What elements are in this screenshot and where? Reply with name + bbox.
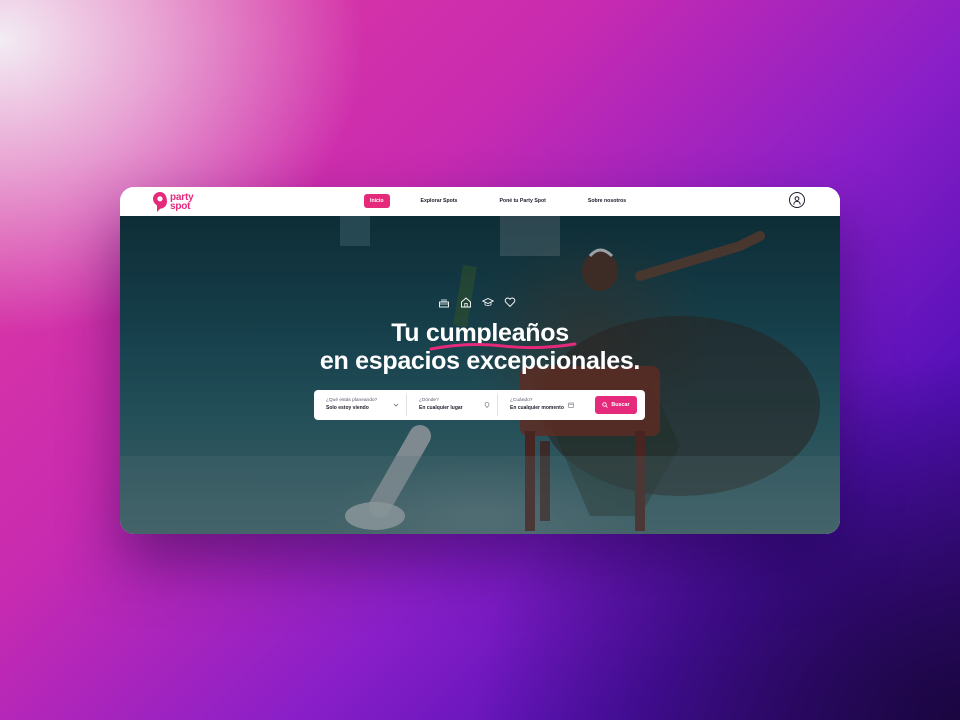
nav-item-sobre-nosotros[interactable]: Sobre nosotros	[582, 194, 632, 208]
nav-item-inicio[interactable]: Inicio	[364, 194, 390, 208]
nav-item-pone-tu-party-spot[interactable]: Poné tu Party Spot	[493, 194, 551, 208]
location-pin-logo-icon	[153, 191, 167, 212]
user-icon	[793, 195, 801, 205]
brand-name: party spot	[170, 192, 194, 212]
search-icon	[602, 402, 609, 408]
browser-window: party spot Inicio Explorar Spots Poné tu…	[120, 187, 840, 534]
main-nav: Inicio Explorar Spots Poné tu Party Spot…	[364, 194, 632, 208]
search-button-label: Buscar	[611, 402, 630, 408]
location-field[interactable]: ¿Dónde? En cualquier lugar	[406, 394, 497, 416]
nav-item-explorar-spots[interactable]: Explorar Spots	[415, 194, 464, 208]
date-field[interactable]: ¿Cuándo? En cualquier momento	[497, 394, 581, 416]
graduation-cap-icon[interactable]	[482, 296, 494, 308]
brand-name-line2: spot	[170, 200, 191, 212]
home-icon[interactable]	[460, 296, 472, 308]
cake-icon[interactable]	[438, 296, 450, 308]
top-navbar: party spot Inicio Explorar Spots Poné tu…	[120, 187, 840, 216]
heart-icon[interactable]	[504, 296, 516, 308]
search-bar: ¿Qué estás planeando? Solo estoy viendo …	[314, 390, 645, 420]
hero-headline: Tu cumpleaños en espacios excepcionales.	[120, 319, 840, 375]
map-pin-icon	[484, 402, 490, 408]
party-spot-logo[interactable]: party spot	[153, 190, 194, 213]
hero-section: Tu cumpleaños en espacios excepcionales.…	[120, 216, 840, 534]
search-button[interactable]: Buscar	[595, 396, 637, 414]
hero-overlay	[120, 216, 840, 534]
account-button[interactable]	[789, 192, 805, 208]
headline-underline-swoosh	[429, 342, 577, 351]
event-type-field[interactable]: ¿Qué estás planeando? Solo estoy viendo	[314, 394, 406, 416]
category-icons	[438, 296, 516, 308]
calendar-icon	[568, 402, 574, 408]
chevron-down-icon	[393, 403, 399, 407]
